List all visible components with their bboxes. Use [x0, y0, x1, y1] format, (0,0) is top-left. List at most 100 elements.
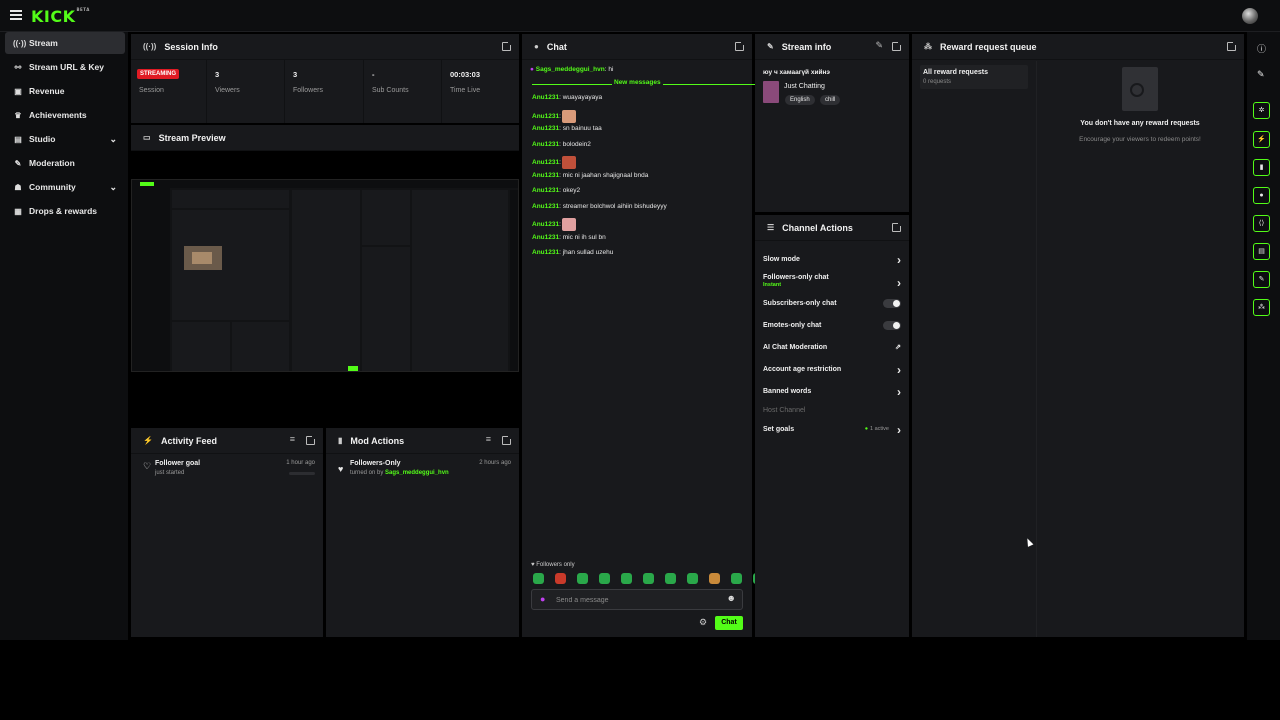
- quick-emote-button[interactable]: [555, 573, 566, 584]
- quick-emote-button[interactable]: [731, 573, 742, 584]
- popout-icon[interactable]: [1227, 41, 1237, 51]
- chat-message: Anu1231: jhan sullad uzehu: [532, 249, 613, 256]
- kick-logo[interactable]: KICKBETA: [31, 7, 90, 26]
- send-chat-button[interactable]: Chat: [715, 616, 743, 630]
- popout-icon[interactable]: [306, 435, 316, 445]
- layout-icon[interactable]: ▤: [1253, 243, 1270, 260]
- chevron-down-icon[interactable]: ⌄: [109, 182, 117, 193]
- link-icon: ⚯: [14, 62, 22, 72]
- empty-state-title: You don't have any reward requests: [1080, 120, 1200, 127]
- sidebar-item[interactable]: ☗ Community ⌄: [5, 176, 125, 198]
- mod-action-user[interactable]: Sags_meddeggui_hvn: [385, 470, 449, 476]
- chat-username[interactable]: Anu1231: [532, 172, 559, 179]
- pencil-icon[interactable]: ✎: [875, 40, 883, 51]
- chat-username[interactable]: Anu1231: [532, 113, 559, 120]
- chat-username[interactable]: Anu1231: [532, 221, 559, 228]
- doc-icon[interactable]: ▮: [1253, 159, 1270, 176]
- sliders-icon: ☰: [767, 223, 775, 232]
- emoji-icon[interactable]: ☻: [727, 593, 736, 603]
- popout-icon[interactable]: [502, 435, 512, 445]
- pencil-icon[interactable]: ✎: [1257, 69, 1265, 80]
- new-messages-divider[interactable]: New messages: [532, 79, 760, 89]
- followers-only-label: Followers only: [536, 562, 575, 568]
- quick-emote-button[interactable]: [599, 573, 610, 584]
- category-name[interactable]: Just Chatting: [784, 83, 825, 90]
- stream-info-header: ✎ Stream info: [755, 34, 909, 60]
- filter-icon[interactable]: ≡: [486, 434, 491, 444]
- quick-emote-button[interactable]: [621, 573, 632, 584]
- chat-username[interactable]: Anu1231: [532, 141, 559, 148]
- chevron-right-icon[interactable]: ›: [897, 423, 901, 437]
- sidebar-item[interactable]: ♛ Achievements: [5, 104, 125, 126]
- chat-username[interactable]: Anu1231: [532, 187, 559, 194]
- sidebar-item[interactable]: ▣ Revenue: [5, 80, 125, 102]
- mic-icon: ●: [530, 66, 534, 73]
- chevron-right-icon[interactable]: ›: [897, 363, 901, 377]
- channel-action-row[interactable]: Account age restriction ›: [763, 363, 903, 377]
- chat-message-input[interactable]: [556, 594, 716, 606]
- chat-username[interactable]: Sags_meddeggui_hvn: [536, 66, 605, 73]
- chat-username[interactable]: Anu1231: [532, 94, 559, 101]
- goal-progress-bar: [289, 472, 315, 475]
- users-icon[interactable]: ⁂: [1253, 299, 1270, 316]
- toggle-switch[interactable]: [883, 321, 901, 330]
- user-avatar[interactable]: [1242, 8, 1258, 24]
- chat-username[interactable]: Anu1231: [532, 203, 559, 210]
- quick-emote-button[interactable]: [665, 573, 676, 584]
- sidebar-item[interactable]: ((·)) Stream: [5, 32, 125, 54]
- filter-icon[interactable]: ≡: [290, 434, 295, 444]
- mic-icon[interactable]: ●: [540, 594, 545, 604]
- popout-icon[interactable]: [892, 222, 902, 232]
- chat-bubble-icon: ●: [534, 42, 539, 51]
- channel-action-row[interactable]: Banned words ›: [763, 385, 903, 399]
- wrench-icon: ✎: [767, 42, 774, 51]
- gift-icon: ▦: [14, 206, 22, 216]
- bolt-icon[interactable]: ⚡: [1253, 131, 1270, 148]
- channel-action-row[interactable]: Subscribers-only chat: [763, 299, 903, 308]
- gear-icon[interactable]: ⚙: [699, 617, 707, 628]
- chat-username[interactable]: Anu1231: [532, 234, 559, 241]
- quick-emote-button[interactable]: [533, 573, 544, 584]
- popout-icon[interactable]: [502, 41, 512, 51]
- stream-tag[interactable]: English: [785, 95, 815, 105]
- broadcast-icon[interactable]: ⟨⟩: [1253, 215, 1270, 232]
- external-link-icon[interactable]: ⇗: [895, 343, 901, 351]
- channel-action-row[interactable]: Emotes-only chat: [763, 321, 903, 330]
- channel-action-row[interactable]: Set goals 1 active ›: [763, 423, 903, 437]
- stream-tag[interactable]: chill: [820, 95, 841, 105]
- toggle-switch[interactable]: [883, 299, 901, 308]
- chat-username[interactable]: Anu1231: [532, 159, 559, 166]
- channel-actions-header: ☰ Channel Actions: [755, 215, 909, 241]
- chevron-right-icon[interactable]: ›: [897, 385, 901, 399]
- quick-emote-button[interactable]: [709, 573, 720, 584]
- sidebar-item[interactable]: ▤ Studio ⌄: [5, 128, 125, 150]
- chat-input-box[interactable]: ● ☻: [531, 589, 743, 610]
- stream-preview-video[interactable]: [131, 179, 519, 372]
- quick-emote-button[interactable]: [687, 573, 698, 584]
- chevron-down-icon[interactable]: ⌄: [109, 134, 117, 145]
- chevron-right-icon[interactable]: ›: [897, 276, 901, 290]
- sidebar-item[interactable]: ▦ Drops & rewards: [5, 200, 125, 222]
- popout-icon[interactable]: [892, 41, 902, 51]
- popout-icon[interactable]: [735, 41, 745, 51]
- empty-state-subtitle: Encourage your viewers to redeem points!: [1079, 136, 1201, 143]
- quick-emote-button[interactable]: [577, 573, 588, 584]
- chat-username[interactable]: Anu1231: [532, 249, 559, 256]
- sidebar-item[interactable]: ⚯ Stream URL & Key: [5, 56, 125, 78]
- channel-action-label: Emotes-only chat: [763, 322, 822, 329]
- chat-username[interactable]: Anu1231: [532, 125, 559, 132]
- channel-action-row[interactable]: Slow mode ›: [763, 253, 903, 267]
- heart-icon: ♥: [531, 562, 535, 568]
- wrench-icon[interactable]: ✎: [1253, 271, 1270, 288]
- menu-icon[interactable]: [10, 10, 22, 22]
- channel-action-row[interactable]: AI Chat Moderation ⇗: [763, 344, 903, 351]
- sidebar-item[interactable]: ✎ Moderation: [5, 152, 125, 174]
- chat-bubble-icon[interactable]: ●: [1253, 187, 1270, 204]
- chevron-right-icon[interactable]: ›: [897, 253, 901, 267]
- bug-icon[interactable]: ✲: [1253, 102, 1270, 119]
- chat-message: Anu1231: streamer bolchwol aihiin bishud…: [532, 203, 667, 210]
- quick-emote-button[interactable]: [643, 573, 654, 584]
- channel-action-row[interactable]: Followers-only chat Instant ›: [763, 274, 903, 290]
- info-icon[interactable]: ⓘ: [1257, 42, 1266, 55]
- reward-list-item[interactable]: All reward requests 0 requests: [920, 65, 1028, 89]
